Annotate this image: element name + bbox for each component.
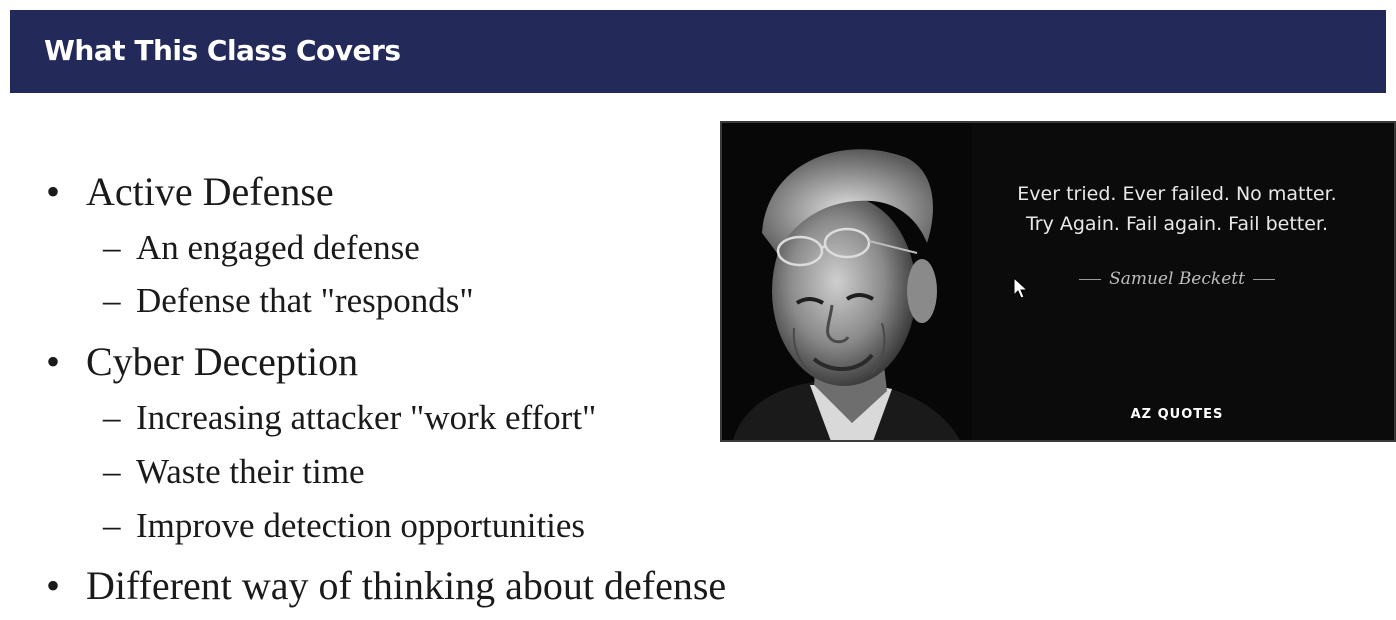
portrait-image: [722, 123, 972, 440]
dash-marker: –: [103, 452, 121, 491]
sub-bullet-text: Waste their time: [136, 452, 365, 491]
bullet-marker: •: [46, 563, 61, 608]
bullet-text: Cyber Deception: [86, 339, 359, 384]
slide-title-bar: What This Class Covers: [10, 10, 1386, 93]
dash-marker: –: [103, 506, 121, 545]
brand-logo: AZ QUOTES: [1130, 407, 1224, 422]
mouse-cursor-icon: [1013, 277, 1029, 299]
dash-marker: –: [103, 398, 121, 437]
bullet-marker: •: [46, 339, 61, 384]
quote-line-1: Ever tried. Ever failed. No matter.: [1017, 183, 1337, 205]
dash-marker: –: [103, 281, 121, 320]
author-name: Samuel Beckett: [1109, 269, 1245, 289]
dash-marker: –: [103, 228, 121, 267]
bullet-text: Active Defense: [86, 169, 334, 214]
sub-bullet-text: Increasing attacker "work effort": [136, 398, 597, 437]
slide-title: What This Class Covers: [44, 34, 401, 67]
bullet-text: Different way of thinking about defense: [86, 563, 727, 608]
sub-bullet-text: Improve detection opportunities: [136, 506, 586, 545]
bullet-marker: •: [46, 169, 61, 214]
quote-image: Ever tried. Ever failed. No matter. Try …: [720, 121, 1396, 442]
divider: [1252, 279, 1275, 280]
sub-bullet-text: Defense that "responds": [136, 281, 474, 320]
sub-bullet-text: An engaged defense: [136, 228, 420, 267]
quote-line-2: Try Again. Fail again. Fail better.: [1025, 213, 1329, 235]
divider: [1079, 279, 1102, 280]
